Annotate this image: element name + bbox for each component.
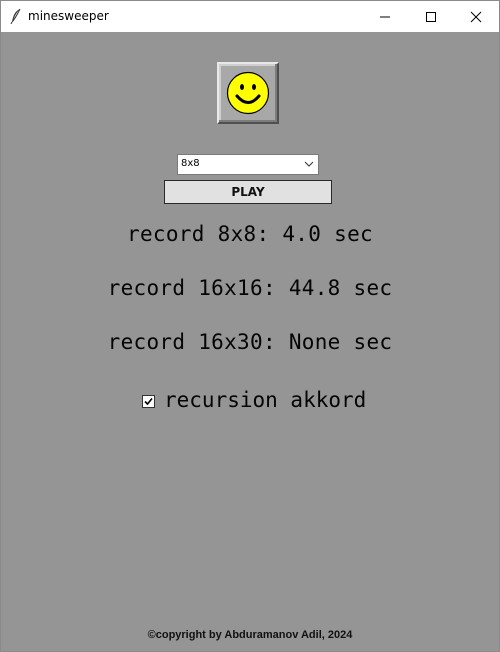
main-panel: 8x8 PLAY record 8x8: 4.0 sec record 16x1… [1,32,499,651]
play-button[interactable]: PLAY [164,180,332,204]
smiley-reset-button[interactable] [217,62,279,124]
app-window: minesweeper 8x8 PLAY record 8x8: 4.0 sec… [0,0,500,652]
maximize-icon [426,11,436,22]
recursion-checkbox[interactable] [142,395,155,408]
board-size-value: 8x8 [181,158,200,169]
title-bar: minesweeper [1,1,499,32]
window-title: minesweeper [28,9,109,23]
feather-icon [10,8,22,25]
close-button[interactable] [453,1,499,32]
checkmark-icon [144,397,153,406]
recursion-checkbox-label: recursion akkord [164,388,367,412]
close-icon [470,11,482,22]
chevron-down-icon [304,161,314,167]
board-size-select[interactable]: 8x8 [177,154,319,175]
minimize-icon [380,16,390,17]
record-16x16: record 16x16: 44.8 sec [107,276,393,300]
smiley-face-icon [226,71,270,115]
maximize-button[interactable] [408,1,454,32]
copyright-text: ©copyright by Abduramanov Adil, 2024 [147,629,353,641]
minimize-button[interactable] [362,1,408,32]
record-16x30: record 16x30: None sec [107,330,393,354]
record-8x8: record 8x8: 4.0 sec [127,222,373,246]
